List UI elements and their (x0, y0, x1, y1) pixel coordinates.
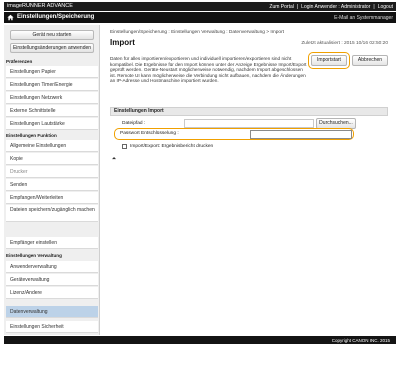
print-report-label: Import/Export: Ergebnisbericht drucken (130, 144, 214, 149)
login-user-info: Login Anwender : Administrator (301, 3, 371, 10)
file-path-input[interactable] (184, 119, 314, 128)
apply-changes-button[interactable]: Einstellungsänderungen anwenden (10, 43, 94, 53)
import-settings-header: Einstellungen Import (110, 107, 388, 116)
sidebar-heading-management: Einstellungen Verwaltung (6, 253, 62, 258)
copyright: Copyright CANON INC. 2015 (331, 337, 390, 343)
file-path-label: Dateipfad : (122, 121, 146, 126)
sidebar-item-paper[interactable]: Einstellungen Papier (6, 66, 98, 78)
separator: | (373, 3, 375, 10)
main-content: Einstellungen/Speicherung : Einstellunge… (104, 25, 396, 335)
sidebar-item-user-management[interactable]: Anwenderverwaltung (6, 261, 98, 273)
sidebar-item-data-management[interactable]: Datenverwaltung (6, 306, 98, 318)
sidebar-item-printer[interactable]: Drucker (6, 166, 98, 178)
footer: Copyright CANON INC. 2015 (4, 336, 396, 344)
sidebar-item-send[interactable]: Senden (6, 179, 98, 191)
email-admin-link[interactable]: E-Mail an Systemmanager (334, 15, 393, 21)
sidebar: Gerät neu starten Einstellungsänderungen… (4, 25, 100, 335)
sidebar-item-timer-energy[interactable]: Einstellungen Timer/Energie (6, 79, 98, 91)
top-bar: imageRUNNER ADVANCE Zum Portal | Login A… (4, 2, 396, 11)
sidebar-item-destination[interactable]: Empfänger einstellen (6, 237, 98, 249)
restart-device-button[interactable]: Gerät neu starten (10, 30, 94, 40)
cancel-button[interactable]: Abbrechen (352, 55, 388, 66)
sub-header: Einstellungen/Speicherung E-Mail an Syst… (4, 12, 396, 23)
sidebar-heading-function: Einstellungen Funktion (6, 133, 57, 138)
sidebar-item-volume[interactable]: Einstellungen Lautstärke (6, 118, 98, 130)
sidebar-item-copy[interactable]: Kopie (6, 153, 98, 165)
top-links: Zum Portal | Login Anwender : Administra… (269, 4, 393, 10)
print-report-checkbox[interactable] (122, 144, 127, 149)
section-title: Einstellungen/Speicherung (17, 14, 95, 20)
sidebar-heading-preferences: Präferenzen (6, 59, 33, 64)
sidebar-item-license-other[interactable]: Lizenz/Andere (6, 287, 98, 299)
breadcrumb: Einstellungen/Speicherung : Einstellunge… (110, 30, 284, 35)
logout-link[interactable]: Logout (378, 4, 393, 10)
sidebar-item-receive-forward[interactable]: Empfangen/Weiterleiten (6, 192, 98, 204)
page-title: Import (110, 38, 135, 47)
home-icon[interactable] (7, 14, 14, 21)
description-text: Daten für alles importieren/exportieren … (110, 56, 307, 84)
sidebar-item-network[interactable]: Einstellungen Netzwerk (6, 92, 98, 104)
sidebar-item-security[interactable]: Einstellungen Sicherheit (6, 321, 98, 333)
separator: | (296, 3, 299, 10)
app-window: imageRUNNER ADVANCE Zum Portal | Login A… (0, 0, 400, 365)
product-name: imageRUNNER ADVANCE (7, 3, 73, 9)
import-start-button[interactable]: Importstart (311, 55, 347, 66)
sidebar-item-store-files[interactable]: Dateien speichern/zugänglich machen (6, 205, 98, 222)
sidebar-item-device-management[interactable]: Geräteverwaltung (6, 274, 98, 286)
sidebar-item-external-interface[interactable]: Externe Schnittstelle (6, 105, 98, 117)
last-updated: Zuletzt aktualisiert : 2015 10/16 02:50:… (301, 41, 388, 46)
back-to-top-icon[interactable]: ⏶ (112, 156, 116, 162)
portal-link[interactable]: Zum Portal (269, 4, 293, 10)
password-input[interactable] (250, 129, 352, 139)
password-label: Passwort Entschlüsselung : (120, 131, 179, 136)
sidebar-item-general[interactable]: Allgemeine Einstellungen (6, 140, 98, 152)
